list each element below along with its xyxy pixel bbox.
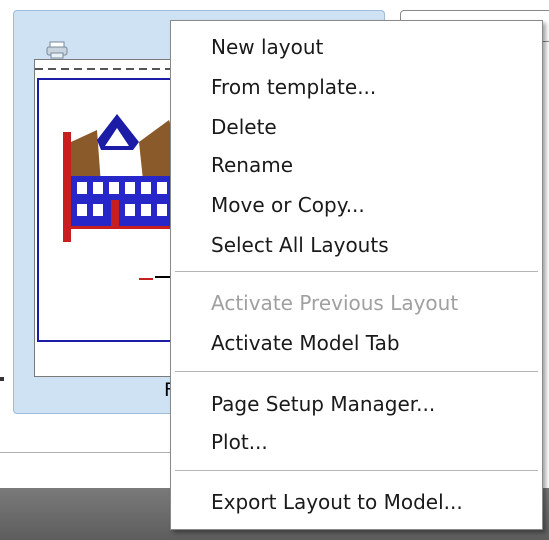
menu-item-from-template[interactable]: From template... xyxy=(211,70,534,104)
menu-item-activate-previous-layout: Activate Previous Layout xyxy=(211,291,459,315)
menu-separator xyxy=(175,371,538,373)
menu-item-plot[interactable]: Plot... xyxy=(211,425,534,459)
menu-item-export-layout-to-model[interactable]: Export Layout to Model... xyxy=(211,485,534,519)
context-menu: New layout From template... Delete Renam… xyxy=(170,20,543,530)
menu-item-select-all-layouts[interactable]: Select All Layouts xyxy=(211,228,534,262)
divider-line xyxy=(0,452,180,453)
menu-item-rename[interactable]: Rename xyxy=(211,148,534,182)
menu-item-activate-model-tab[interactable]: Activate Model Tab xyxy=(211,326,534,360)
menu-item-move-or-copy[interactable]: Move or Copy... xyxy=(211,188,534,222)
printer-icon xyxy=(46,41,68,59)
divider-dot xyxy=(0,377,4,381)
menu-item-page-setup-manager[interactable]: Page Setup Manager... xyxy=(211,387,534,421)
menu-separator xyxy=(175,470,538,472)
menu-item-new-layout[interactable]: New layout xyxy=(211,30,534,64)
menu-item-delete[interactable]: Delete xyxy=(211,110,534,144)
menu-separator xyxy=(175,271,538,273)
